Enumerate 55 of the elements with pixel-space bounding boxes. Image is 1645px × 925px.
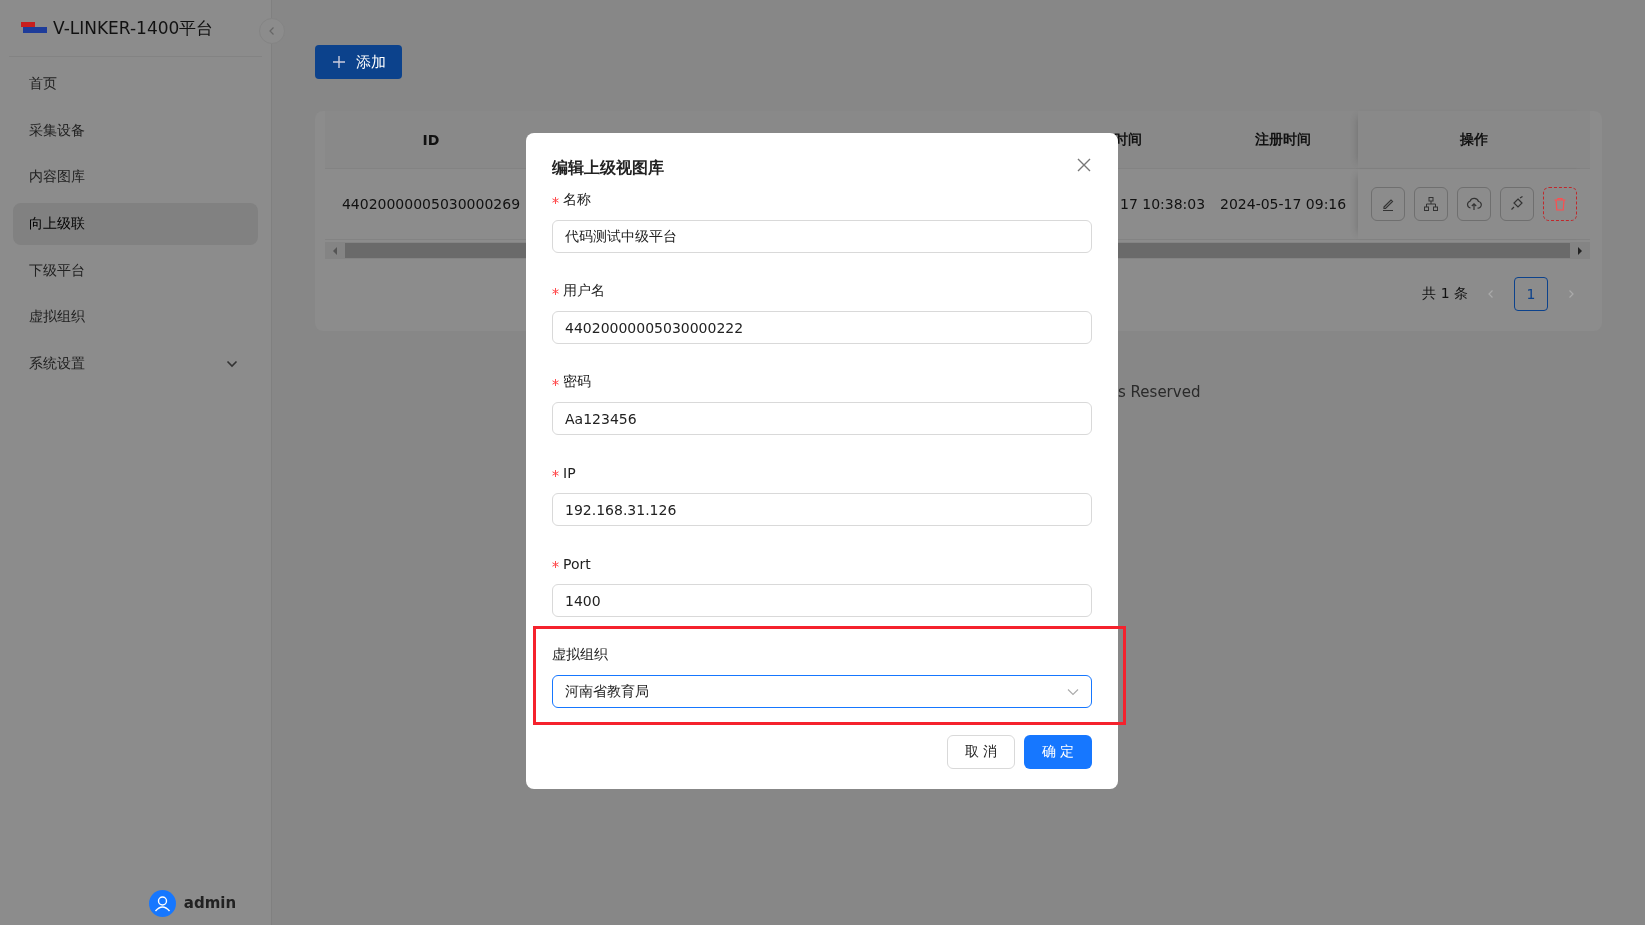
logo-icon: [21, 22, 47, 34]
input-field[interactable]: 1400: [552, 584, 1092, 617]
field-label: 用户名: [563, 282, 605, 300]
page-button[interactable]: 1: [1514, 277, 1548, 311]
collapse-button[interactable]: [259, 18, 285, 44]
menu-item[interactable]: 下级平台: [13, 249, 258, 292]
table-cell-text: 2024-05-17 09:16: [1219, 195, 1348, 214]
chevron-left-icon: [267, 26, 277, 36]
total-count: 共 1 条: [1422, 285, 1468, 303]
confirm-button[interactable]: 确 定: [1024, 735, 1092, 769]
field-label: IP: [563, 465, 576, 481]
cloud-upload-icon: [1466, 196, 1482, 212]
plus-icon: [331, 55, 346, 69]
scroll-left-icon[interactable]: [331, 245, 339, 256]
input-field[interactable]: Aa123456: [552, 402, 1092, 435]
edit-button[interactable]: [1371, 187, 1405, 221]
menu-item[interactable]: 内容图库: [13, 156, 258, 199]
link-icon: [1509, 196, 1525, 212]
field-label: 密码: [563, 373, 591, 391]
field-label: 虚拟组织: [552, 646, 608, 664]
input-field[interactable]: 44020000005030000222: [552, 311, 1092, 344]
menu-item[interactable]: 系统设置: [13, 343, 258, 386]
trash-icon: [1552, 196, 1568, 212]
caret-icon: [1067, 687, 1079, 696]
cancel-button[interactable]: 取 消: [947, 735, 1015, 769]
footer-text: s Reserved: [1118, 383, 1201, 401]
sitemap-icon: [1423, 196, 1439, 212]
input-field[interactable]: 代码测试中级平台: [552, 220, 1092, 253]
column-header: 操作: [1358, 111, 1590, 168]
scroll-right-icon[interactable]: [1576, 245, 1584, 256]
user-name: admin: [183, 894, 237, 912]
menu-item[interactable]: 首页: [13, 63, 258, 105]
avatar-icon: [148, 889, 176, 917]
delete-button[interactable]: [1543, 187, 1577, 221]
input-field[interactable]: 192.168.31.126: [552, 493, 1092, 526]
close-icon: [1076, 157, 1092, 173]
dialog-title: 编辑上级视图库: [552, 157, 664, 179]
chevron-icon: [226, 360, 238, 369]
select-field[interactable]: 河南省教育局: [552, 675, 1092, 708]
table-cell-text: 17 10:38:03: [1119, 195, 1207, 214]
column-header: 注册时间: [1254, 129, 1312, 149]
field-label: 名称: [563, 191, 591, 209]
field-label: Port: [563, 556, 591, 572]
prev-page-icon[interactable]: [1486, 289, 1496, 299]
app-title: V-LINKER-1400平台: [53, 16, 214, 40]
menu-item[interactable]: 采集设备: [13, 109, 258, 152]
menu-item[interactable]: 虚拟组织: [13, 296, 258, 339]
upload-button[interactable]: [1457, 187, 1491, 221]
link-button[interactable]: [1500, 187, 1534, 221]
table-cell-text: 44020000005030000269: [340, 195, 522, 214]
menu-item[interactable]: 向上级联: [13, 203, 258, 246]
column-header: ID: [421, 130, 441, 150]
tree-button[interactable]: [1414, 187, 1448, 221]
next-page-icon[interactable]: [1566, 289, 1576, 299]
add-button[interactable]: 添加: [315, 45, 402, 79]
